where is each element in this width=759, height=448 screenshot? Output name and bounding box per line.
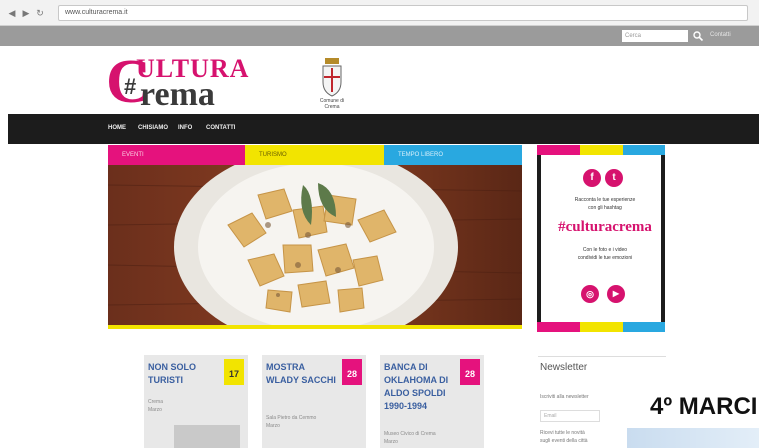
- search-input[interactable]: Cerca: [622, 30, 688, 42]
- event-title[interactable]: NON SOLO TURISTI: [148, 361, 218, 387]
- newsletter-text-2: Ricevi tutte le novità: [540, 430, 585, 436]
- event-location: Sala Pietro da Cemmo: [266, 415, 317, 421]
- category-eventi[interactable]: EVENTI: [108, 145, 245, 165]
- forward-icon[interactable]: ▶: [20, 7, 32, 19]
- event-card[interactable]: NON SOLO TURISTI 17 Crema Marzo: [144, 355, 248, 448]
- crest-caption: Comune di Crema: [319, 98, 345, 110]
- reload-icon[interactable]: ↻: [34, 7, 46, 19]
- side-strip-bottom-yellow: [580, 322, 623, 332]
- instagram-icon[interactable]: ◎: [581, 285, 599, 303]
- side-strip-magenta: [537, 145, 580, 155]
- site-top-bar: Cerca Contatti: [0, 26, 759, 46]
- hashtag: #culturacrema: [558, 219, 652, 235]
- overlay-banner-text: 4º MARCI: [650, 393, 758, 420]
- social-text-2: con gli hashtag: [588, 205, 622, 211]
- city-crest[interactable]: Comune di Crema: [312, 54, 352, 110]
- newsletter-text-1: Iscriviti alla newsletter: [540, 394, 589, 400]
- logo-bottom-word: rema: [140, 76, 215, 113]
- nav-item-home[interactable]: HOME: [108, 125, 126, 131]
- event-date-badge: 28: [342, 359, 362, 385]
- address-bar[interactable]: www.culturacrema.it: [58, 5, 748, 21]
- nav-item-chisiamo[interactable]: CHISIAMO: [138, 125, 168, 131]
- social-text-1: Racconta le tue esperienze: [574, 197, 636, 203]
- nav-item-contatti[interactable]: CONTATTI: [206, 125, 235, 131]
- topbar-link[interactable]: Contatti: [710, 32, 731, 38]
- event-month: Marzo: [266, 423, 280, 429]
- side-strip-bottom-magenta: [537, 322, 580, 332]
- side-strip-cyan: [623, 145, 665, 155]
- social-text-3: Con le foto e i video: [582, 247, 628, 253]
- event-month: Marzo: [384, 439, 398, 445]
- category-tempo-libero[interactable]: TEMPO LIBERO: [384, 145, 522, 165]
- newsletter-divider: [538, 356, 666, 357]
- event-location: Crema: [148, 399, 164, 405]
- facebook-icon[interactable]: f: [583, 169, 601, 187]
- event-card[interactable]: BANCA DI OKLAHOMA di Aldo Spoldi 1990-19…: [380, 355, 484, 448]
- overlay-sky: [627, 428, 759, 448]
- social-text-4: condividi le tue emozioni: [577, 255, 633, 261]
- event-location: Museo Civico di Crema: [384, 431, 436, 437]
- main-nav: HOME CHISIAMO INFO CONTATTI: [8, 114, 759, 144]
- logo-hash: #: [124, 74, 137, 99]
- crest-icon: [322, 58, 342, 97]
- event-month: Marzo: [148, 407, 162, 413]
- event-title[interactable]: BANCA DI OKLAHOMA di Aldo Spoldi 1990-19…: [384, 361, 456, 413]
- category-turismo[interactable]: TURISMO: [245, 145, 384, 165]
- event-card[interactable]: MOSTRA WLADY SACCHI 28 Sala Pietro da Ce…: [262, 355, 366, 448]
- hero-accent-bar: [108, 325, 522, 329]
- event-thumbnail: [174, 425, 240, 448]
- side-strip-yellow: [580, 145, 623, 155]
- social-box: f t Racconta le tue esperienze con gli h…: [537, 155, 665, 322]
- event-title[interactable]: MOSTRA WLADY SACCHI: [266, 361, 336, 387]
- newsletter-text-3: sugli eventi della città: [540, 438, 588, 444]
- pasta-dish-image: [108, 165, 522, 325]
- back-icon[interactable]: ◀: [6, 7, 18, 19]
- event-date-badge: 28: [460, 359, 480, 385]
- twitter-icon[interactable]: t: [605, 169, 623, 187]
- search-icon[interactable]: [692, 30, 704, 42]
- newsletter-email-input[interactable]: Email: [540, 410, 600, 422]
- browser-chrome: ◀ ▶ ↻ www.culturacrema.it: [0, 0, 759, 26]
- hero-image[interactable]: [108, 165, 522, 325]
- newsletter-title: Newsletter: [540, 362, 588, 373]
- youtube-icon[interactable]: ▶: [607, 285, 625, 303]
- nav-item-info[interactable]: INFO: [178, 125, 192, 131]
- event-date-badge: 17: [224, 359, 244, 385]
- site-logo[interactable]: C # ULTURA rema: [106, 51, 276, 113]
- side-strip-bottom-cyan: [623, 322, 665, 332]
